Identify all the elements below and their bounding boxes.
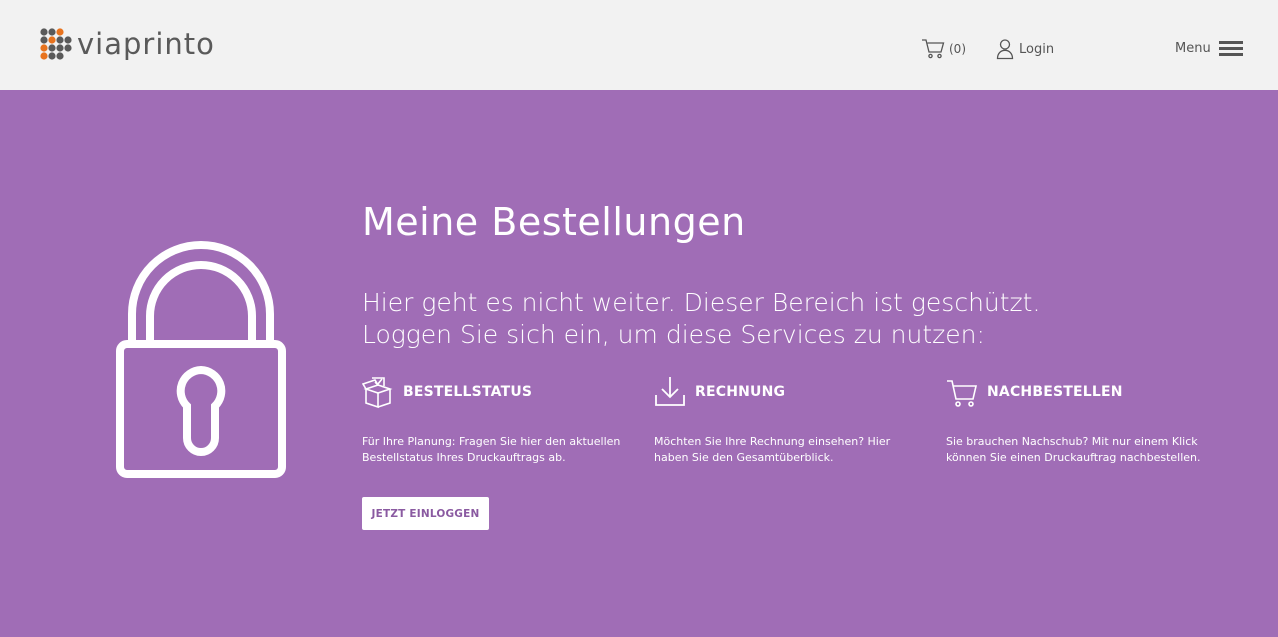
feature-bestellstatus: BESTELLSTATUS Für Ihre Planung: Fragen S… (362, 372, 632, 466)
login-now-button[interactable]: JETZT EINLOGGEN (362, 497, 489, 530)
feature-description: Für Ihre Planung: Fragen Sie hier den ak… (362, 435, 621, 464)
cart-icon (922, 39, 945, 59)
logo-mark-icon (40, 28, 72, 60)
page-title: Meine Bestellungen (362, 200, 746, 244)
feature-nachbestellen: NACHBESTELLEN Sie brauchen Nachschub? Mi… (946, 372, 1216, 466)
feature-description: Möchten Sie Ihre Rechnung einsehen? Hier… (654, 435, 891, 464)
hero-subtitle-line-1: Hier geht es nicht weiter. Dieser Bereic… (362, 288, 1041, 317)
login-label: Login (1019, 41, 1055, 57)
feature-list: BESTELLSTATUS Für Ihre Planung: Fragen S… (362, 372, 1242, 482)
hero-subtitle-line-2: Loggen Sie sich ein, um diese Services z… (362, 320, 985, 349)
feature-title: BESTELLSTATUS (403, 384, 533, 400)
logo[interactable]: viaprinto (39, 27, 215, 61)
feature-description: Sie brauchen Nachschub? Mit nur einem Kl… (946, 435, 1201, 464)
logo-wordmark: viaprinto (77, 27, 215, 61)
feature-rechnung: RECHNUNG Möchten Sie Ihre Rechnung einse… (654, 372, 924, 466)
cart-count: (0) (949, 42, 966, 56)
header-cart[interactable]: (0) (921, 38, 966, 60)
login-required-hero: Meine Bestellungen Hier geht es nicht we… (0, 90, 1278, 637)
menu-label: Menu (1175, 40, 1211, 56)
hero-subtitle: Hier geht es nicht weiter. Dieser Bereic… (362, 287, 1082, 351)
feature-title: RECHNUNG (695, 384, 786, 400)
user-icon (996, 39, 1014, 60)
box-check-icon (362, 377, 393, 409)
hamburger-icon (1218, 41, 1243, 56)
header-menu[interactable]: Menu (1175, 39, 1243, 57)
site-header: viaprinto (0) Login Menu (0, 0, 1278, 90)
feature-title: NACHBESTELLEN (987, 384, 1123, 400)
padlock-icon (116, 241, 286, 478)
header-login[interactable]: Login (996, 38, 1054, 60)
download-icon (655, 377, 685, 406)
cart-icon (947, 380, 978, 407)
